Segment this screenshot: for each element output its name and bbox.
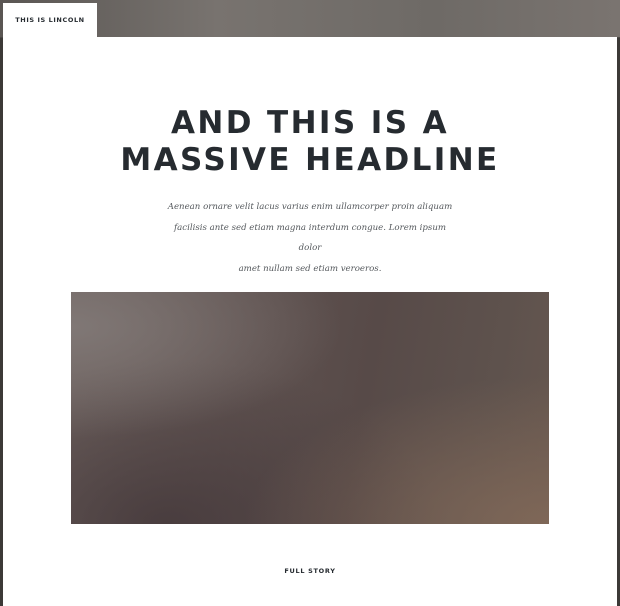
intro-line-2: facilisis ante sed etiam magna interdum … xyxy=(173,222,447,254)
headline-line-1: AND THIS IS A xyxy=(170,105,450,141)
intro-line-1: Aenean ornare velit lacus varius enim ul… xyxy=(167,202,453,212)
headline-line-2: MASSIVE HEADLINE xyxy=(120,142,500,178)
page-headline: AND THIS IS A MASSIVE HEADLINE xyxy=(3,105,617,179)
intro-paragraph: Aenean ornare velit lacus varius enim ul… xyxy=(165,197,455,279)
main-content-panel: AND THIS IS A MASSIVE HEADLINE Aenean or… xyxy=(3,37,617,606)
intro-line-3: amet nullam sed etiam veroeros. xyxy=(238,263,382,274)
page-background: THIS IS LINCOLN AND THIS IS A MASSIVE HE… xyxy=(0,0,620,606)
site-logo-text: THIS IS LINCOLN xyxy=(15,16,85,24)
hero-image xyxy=(71,292,549,524)
site-logo[interactable]: THIS IS LINCOLN xyxy=(3,3,97,37)
full-story-link[interactable]: FULL STORY xyxy=(3,567,617,575)
